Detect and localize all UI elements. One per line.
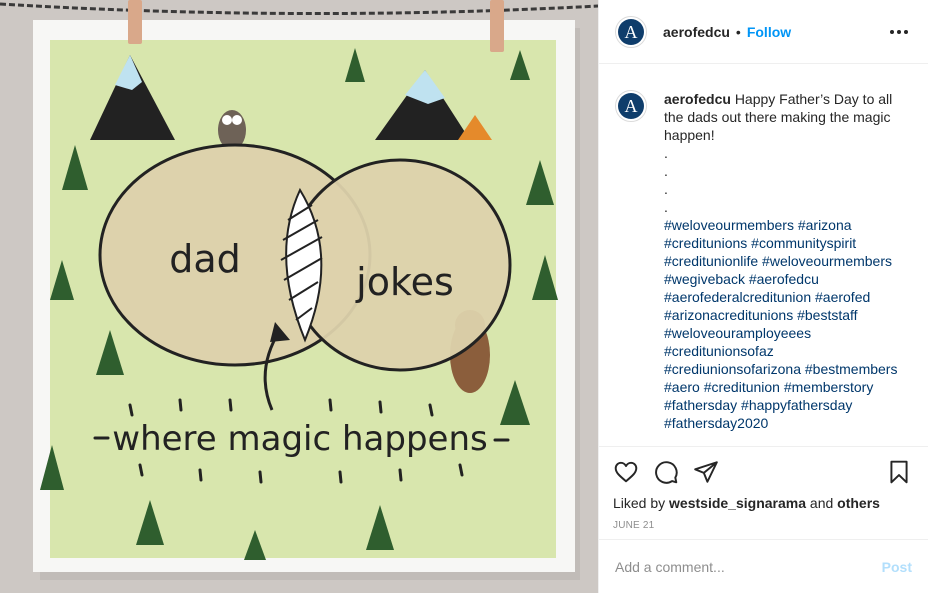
- post-panel: A aerofedcu • Follow A aerofedcu Happy F…: [598, 0, 928, 593]
- comment-box: Post: [599, 539, 928, 593]
- venn-right-label: jokes: [355, 260, 454, 304]
- caption-dot: .: [664, 181, 668, 197]
- caption-username[interactable]: aerofedcu: [664, 91, 731, 107]
- caption-dot: .: [664, 145, 668, 161]
- hashtag-line[interactable]: #fathersday2020: [664, 414, 914, 432]
- hashtag-line[interactable]: #arizonacreditunions #beststaff: [664, 306, 914, 324]
- likes-and: and: [809, 495, 834, 511]
- hashtag-line[interactable]: #creditunionlife #weloveourmembers: [664, 252, 914, 270]
- caption-avatar-logo: A: [618, 93, 644, 119]
- more-options-icon[interactable]: [886, 26, 912, 38]
- post-date[interactable]: JUNE 21: [613, 520, 912, 531]
- separator-dot: •: [735, 23, 741, 40]
- caption-text: aerofedcu Happy Father’s Day to all the …: [664, 90, 914, 432]
- comment-input[interactable]: [615, 558, 882, 575]
- caption: A aerofedcu Happy Father’s Day to all th…: [615, 90, 918, 432]
- follow-button[interactable]: Follow: [747, 24, 791, 40]
- avatar[interactable]: A: [615, 15, 647, 48]
- hashtag-line[interactable]: #weloveouramployeees: [664, 324, 914, 342]
- hashtag-line[interactable]: #creditunions #communityspirit: [664, 234, 914, 252]
- caption-dot: .: [664, 163, 668, 179]
- avatar-logo: A: [618, 18, 644, 45]
- hashtag-line[interactable]: #crediunionsofarizona #bestmembers: [664, 360, 914, 378]
- likes-summary: Liked by westside_signarama and others: [613, 495, 912, 511]
- post-image[interactable]: dad jokes where magic happens: [0, 0, 598, 593]
- venn-left-label: dad: [169, 237, 241, 281]
- post-username[interactable]: aerofedcu: [663, 24, 730, 40]
- liked-by-user[interactable]: westside_signarama: [669, 495, 806, 511]
- hashtag-line[interactable]: #creditunionsofaz: [664, 342, 914, 360]
- post-comment-button[interactable]: Post: [882, 559, 912, 575]
- caption-avatar[interactable]: A: [615, 90, 647, 122]
- likes-others[interactable]: others: [837, 495, 880, 511]
- hashtag-line[interactable]: #wegiveback #aerofedcu: [664, 270, 914, 288]
- hashtag-line[interactable]: #aerofederalcreditunion #aerofed: [664, 288, 914, 306]
- caption-dot: .: [664, 199, 668, 215]
- post-header: A aerofedcu • Follow: [599, 0, 928, 64]
- comment-icon[interactable]: [653, 459, 679, 485]
- hashtag-line[interactable]: #aero #creditunion #memberstory: [664, 378, 914, 396]
- venn-card-illustration: dad jokes where magic happens: [0, 0, 598, 593]
- hashtag-line[interactable]: #fathersday #happyfathersday: [664, 396, 914, 414]
- likes-prefix: Liked by: [613, 495, 666, 511]
- bookmark-icon[interactable]: [886, 459, 912, 485]
- hashtag-line[interactable]: #weloveourmembers #arizona: [664, 216, 914, 234]
- share-icon[interactable]: [693, 459, 719, 485]
- heart-icon[interactable]: [613, 459, 639, 485]
- tagline-text: where magic happens: [112, 419, 487, 459]
- action-bar: Liked by westside_signarama and others J…: [599, 446, 928, 531]
